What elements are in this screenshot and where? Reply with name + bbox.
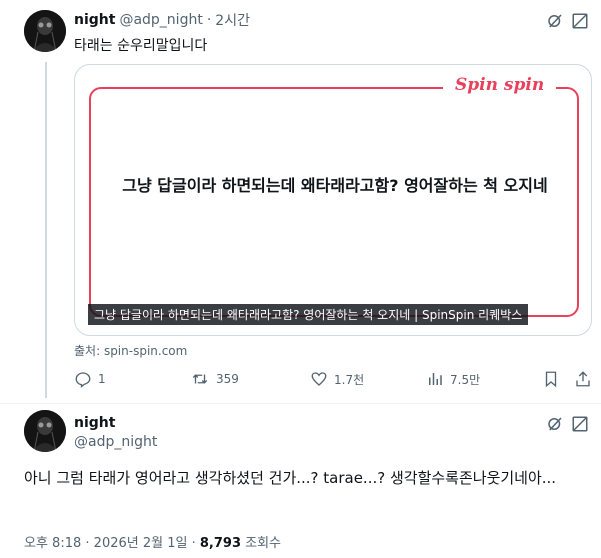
display-name[interactable]: night	[74, 415, 115, 431]
reply-text: 타래는 순우리말입니다	[74, 38, 208, 54]
more-icon[interactable]	[570, 414, 590, 434]
brand-logo: Spin spin	[443, 75, 557, 95]
handle[interactable]: @adp_night	[119, 12, 202, 28]
separator: ·	[206, 12, 212, 28]
timestamp[interactable]: 2시간	[215, 10, 250, 30]
retweet-button[interactable]: 359	[190, 370, 239, 388]
reply-header: night @adp_night · 2시간	[74, 10, 250, 30]
like-button[interactable]: 1.7천	[310, 370, 364, 388]
card-source[interactable]: 출처: spin-spin.com	[74, 342, 187, 359]
heart-icon	[311, 372, 327, 386]
link-card[interactable]: Spin spin 그냥 답글이라 하면되는데 왜타래라고함? 영어잘하는 척 …	[74, 64, 592, 336]
like-count: 1.7천	[334, 372, 365, 387]
separator: ·	[85, 536, 90, 551]
reply-button[interactable]: 1	[74, 370, 106, 388]
share-icon	[576, 371, 590, 387]
bookmark-icon	[545, 371, 557, 388]
card-caption: 그냥 답글이라 하면되는데 왜타래라고함? 영어잘하는 척 오지네 | Spin…	[88, 304, 529, 325]
view-label: 조회수	[245, 536, 282, 551]
view-count: 8,793	[199, 536, 241, 551]
avatar[interactable]	[24, 410, 66, 452]
views-button[interactable]: 7.5만	[426, 370, 480, 388]
card-quote: 그냥 답글이라 하면되는데 왜타래라고함? 영어잘하는 척 오지네	[122, 176, 548, 195]
post-date[interactable]: 2026년 2월 1일	[94, 536, 188, 551]
bookmark-button[interactable]	[542, 370, 566, 388]
post-time[interactable]: 오후 8:18	[24, 536, 81, 551]
separator: ·	[191, 536, 196, 551]
handle[interactable]: @adp_night	[74, 434, 157, 450]
views-count: 7.5만	[450, 372, 481, 387]
display-name[interactable]: night	[74, 12, 115, 28]
retweet-count: 359	[216, 372, 239, 386]
divider	[0, 403, 601, 404]
main-tweet-text: 아니 그럼 타래가 영어라고 생각하셨던 건가...? tarae...? 생각…	[24, 469, 557, 487]
more-icon[interactable]	[570, 11, 590, 31]
reply-count: 1	[98, 372, 106, 386]
views-icon	[429, 373, 442, 385]
action-bar: 1 359 1.7천 7.5만	[74, 370, 592, 390]
tweet-footer: 오후 8:18 · 2026년 2월 1일 · 8,793 조회수	[24, 532, 281, 551]
thread-line	[45, 62, 47, 398]
card-frame	[89, 87, 579, 317]
share-button[interactable]	[574, 370, 598, 388]
grok-icon[interactable]	[545, 414, 565, 434]
avatar[interactable]	[24, 10, 66, 52]
grok-icon[interactable]	[545, 11, 565, 31]
retweet-icon	[192, 374, 208, 384]
reply-icon	[75, 372, 91, 388]
